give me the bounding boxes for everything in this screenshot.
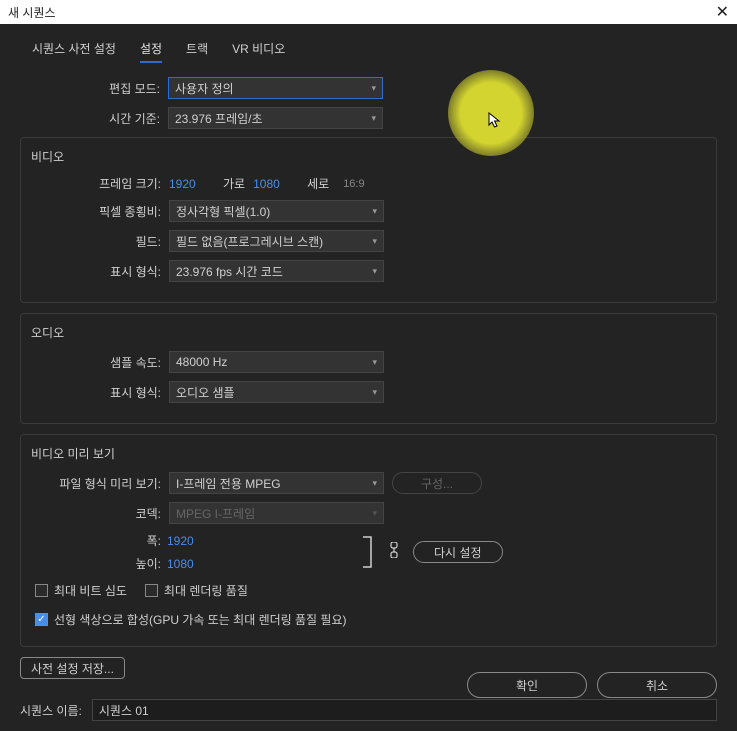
chevron-down-icon: ▾ xyxy=(371,83,376,94)
video-display-format-label: 표시 형식: xyxy=(35,263,161,280)
pixel-aspect-label: 픽셀 종횡비: xyxy=(35,203,161,220)
file-format-value: I-프레임 전용 MPEG xyxy=(176,475,281,492)
fields-label: 필드: xyxy=(35,233,161,250)
tab-tracks[interactable]: 트랙 xyxy=(186,40,208,63)
video-display-format-value: 23.976 fps 시간 코드 xyxy=(176,263,283,280)
max-bit-depth-checkbox[interactable] xyxy=(35,584,48,597)
preview-section: 비디오 미리 보기 파일 형식 미리 보기: I-프레임 전용 MPEG ▾ 구… xyxy=(20,434,717,647)
audio-section: 오디오 샘플 속도: 48000 Hz ▾ 표시 형식: 오디오 샘플 ▾ xyxy=(20,313,717,424)
edit-mode-label: 편집 모드: xyxy=(20,80,160,97)
video-section: 비디오 프레임 크기: 1920 가로 1080 세로 16:9 픽셀 종횡비:… xyxy=(20,137,717,303)
preview-height-input[interactable]: 1080 xyxy=(167,557,213,571)
chevron-down-icon: ▾ xyxy=(372,266,377,277)
sample-rate-label: 샘플 속도: xyxy=(35,354,161,371)
close-icon[interactable]: ✕ xyxy=(716,2,729,22)
fields-dropdown[interactable]: 필드 없음(프로그레시브 스캔) ▾ xyxy=(169,230,384,252)
audio-display-format-dropdown[interactable]: 오디오 샘플 ▾ xyxy=(169,381,384,403)
pixel-aspect-value: 정사각형 픽셀(1.0) xyxy=(176,203,270,220)
link-icon[interactable] xyxy=(389,542,399,563)
chevron-down-icon: ▾ xyxy=(372,387,377,398)
chevron-down-icon: ▾ xyxy=(372,508,377,519)
edit-mode-value: 사용자 정의 xyxy=(175,80,234,97)
chevron-down-icon: ▾ xyxy=(372,236,377,247)
audio-display-format-label: 표시 형식: xyxy=(35,384,161,401)
edit-mode-dropdown[interactable]: 사용자 정의 ▾ xyxy=(168,77,383,99)
frame-width-input[interactable]: 1920 xyxy=(169,177,215,191)
codec-dropdown: MPEG I-프레임 ▾ xyxy=(169,502,384,524)
preview-width-input[interactable]: 1920 xyxy=(167,534,213,548)
audio-display-format-value: 오디오 샘플 xyxy=(176,384,235,401)
preview-width-label: 폭: xyxy=(35,532,161,549)
save-preset-button[interactable]: 사전 설정 저장... xyxy=(20,657,125,679)
timebase-label: 시간 기준: xyxy=(20,110,160,127)
timebase-value: 23.976 프레임/초 xyxy=(175,110,263,127)
tabs: 시퀀스 사전 설정 설정 트랙 VR 비디오 xyxy=(32,40,717,63)
video-section-title: 비디오 xyxy=(31,148,702,165)
ok-button[interactable]: 확인 xyxy=(467,672,587,698)
vertical-label: 세로 xyxy=(307,175,329,192)
chevron-down-icon: ▾ xyxy=(371,113,376,124)
cancel-button[interactable]: 취소 xyxy=(597,672,717,698)
file-format-label: 파일 형식 미리 보기: xyxy=(35,475,161,492)
timebase-dropdown[interactable]: 23.976 프레임/초 ▾ xyxy=(168,107,383,129)
max-bit-depth-label: 최대 비트 심도 xyxy=(54,582,127,599)
tab-preset[interactable]: 시퀀스 사전 설정 xyxy=(32,40,116,63)
chevron-down-icon: ▾ xyxy=(372,478,377,489)
max-render-quality-label: 최대 렌더링 품질 xyxy=(164,582,248,599)
reset-button[interactable]: 다시 설정 xyxy=(413,541,503,563)
preview-section-title: 비디오 미리 보기 xyxy=(31,445,702,462)
tab-vr[interactable]: VR 비디오 xyxy=(232,40,285,63)
tab-settings[interactable]: 설정 xyxy=(140,40,162,63)
codec-value: MPEG I-프레임 xyxy=(176,505,255,522)
file-format-dropdown[interactable]: I-프레임 전용 MPEG ▾ xyxy=(169,472,384,494)
linear-color-label: 선형 색상으로 합성(GPU 가속 또는 최대 렌더링 품질 필요) xyxy=(54,611,347,628)
codec-label: 코덱: xyxy=(35,505,161,522)
sample-rate-value: 48000 Hz xyxy=(176,355,227,369)
configure-button: 구성... xyxy=(392,472,482,494)
video-display-format-dropdown[interactable]: 23.976 fps 시간 코드 ▾ xyxy=(169,260,384,282)
horizontal-label: 가로 xyxy=(223,175,245,192)
pixel-aspect-dropdown[interactable]: 정사각형 픽셀(1.0) ▾ xyxy=(169,200,384,222)
frame-height-input[interactable]: 1080 xyxy=(253,177,299,191)
frame-size-label: 프레임 크기: xyxy=(35,175,161,192)
window-title: 새 시퀀스 xyxy=(8,4,56,21)
chevron-down-icon: ▾ xyxy=(372,206,377,217)
titlebar: 새 시퀀스 ✕ xyxy=(0,0,737,24)
bracket-icon xyxy=(363,535,375,569)
audio-section-title: 오디오 xyxy=(31,324,702,341)
chevron-down-icon: ▾ xyxy=(372,357,377,368)
sample-rate-dropdown[interactable]: 48000 Hz ▾ xyxy=(169,351,384,373)
linear-color-checkbox[interactable]: ✓ xyxy=(35,613,48,626)
sequence-name-label: 시퀀스 이름: xyxy=(20,702,82,719)
aspect-ratio: 16:9 xyxy=(343,178,364,190)
max-render-quality-checkbox[interactable] xyxy=(145,584,158,597)
fields-value: 필드 없음(프로그레시브 스캔) xyxy=(176,233,323,250)
preview-height-label: 높이: xyxy=(35,555,161,572)
